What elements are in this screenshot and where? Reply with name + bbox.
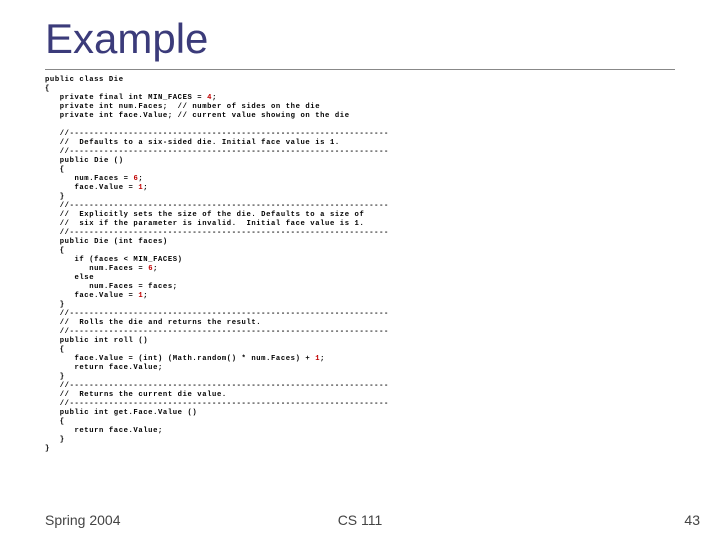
- slide-title: Example: [45, 15, 675, 63]
- footer-center: CS 111: [0, 512, 720, 528]
- code-block: public class Die { private final int MIN…: [45, 76, 675, 454]
- slide: Example public class Die { private final…: [0, 0, 720, 540]
- footer-right: 43: [684, 512, 700, 528]
- title-rule: [45, 69, 675, 70]
